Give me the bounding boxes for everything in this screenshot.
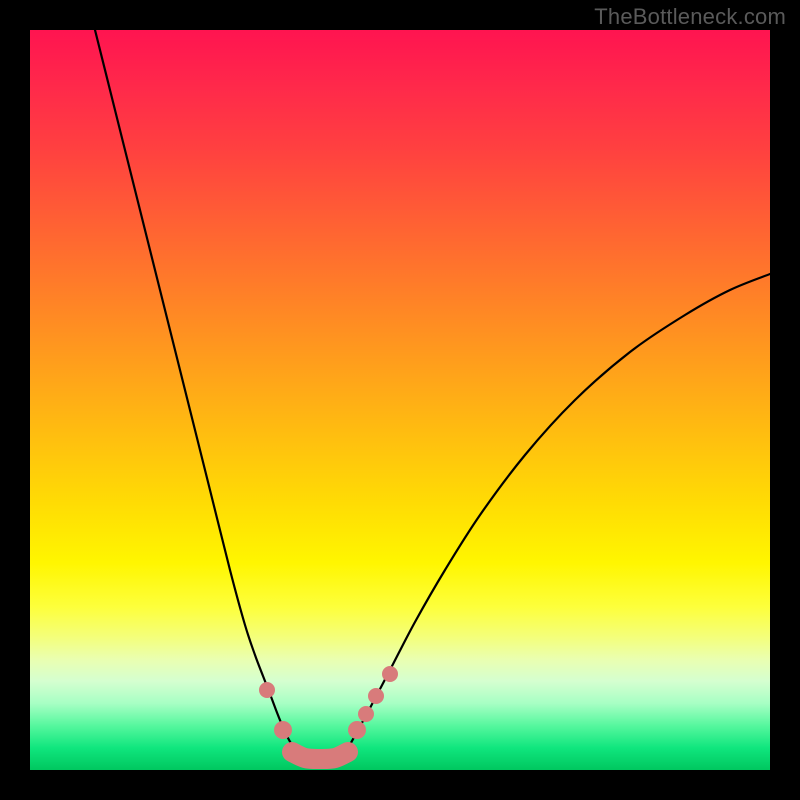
plot-area: [30, 30, 770, 770]
data-dot: [259, 682, 275, 698]
data-dot: [368, 688, 384, 704]
attribution-text: TheBottleneck.com: [594, 4, 786, 30]
dot-group: [259, 666, 398, 739]
data-dot: [358, 706, 374, 722]
chart-svg: [30, 30, 770, 770]
chart-frame: TheBottleneck.com: [0, 0, 800, 800]
trough-sausage: [292, 752, 348, 759]
curve-right-branch: [340, 274, 770, 760]
data-dot: [348, 721, 366, 739]
data-dot: [382, 666, 398, 682]
data-dot: [274, 721, 292, 739]
curve-left-branch: [95, 30, 302, 760]
